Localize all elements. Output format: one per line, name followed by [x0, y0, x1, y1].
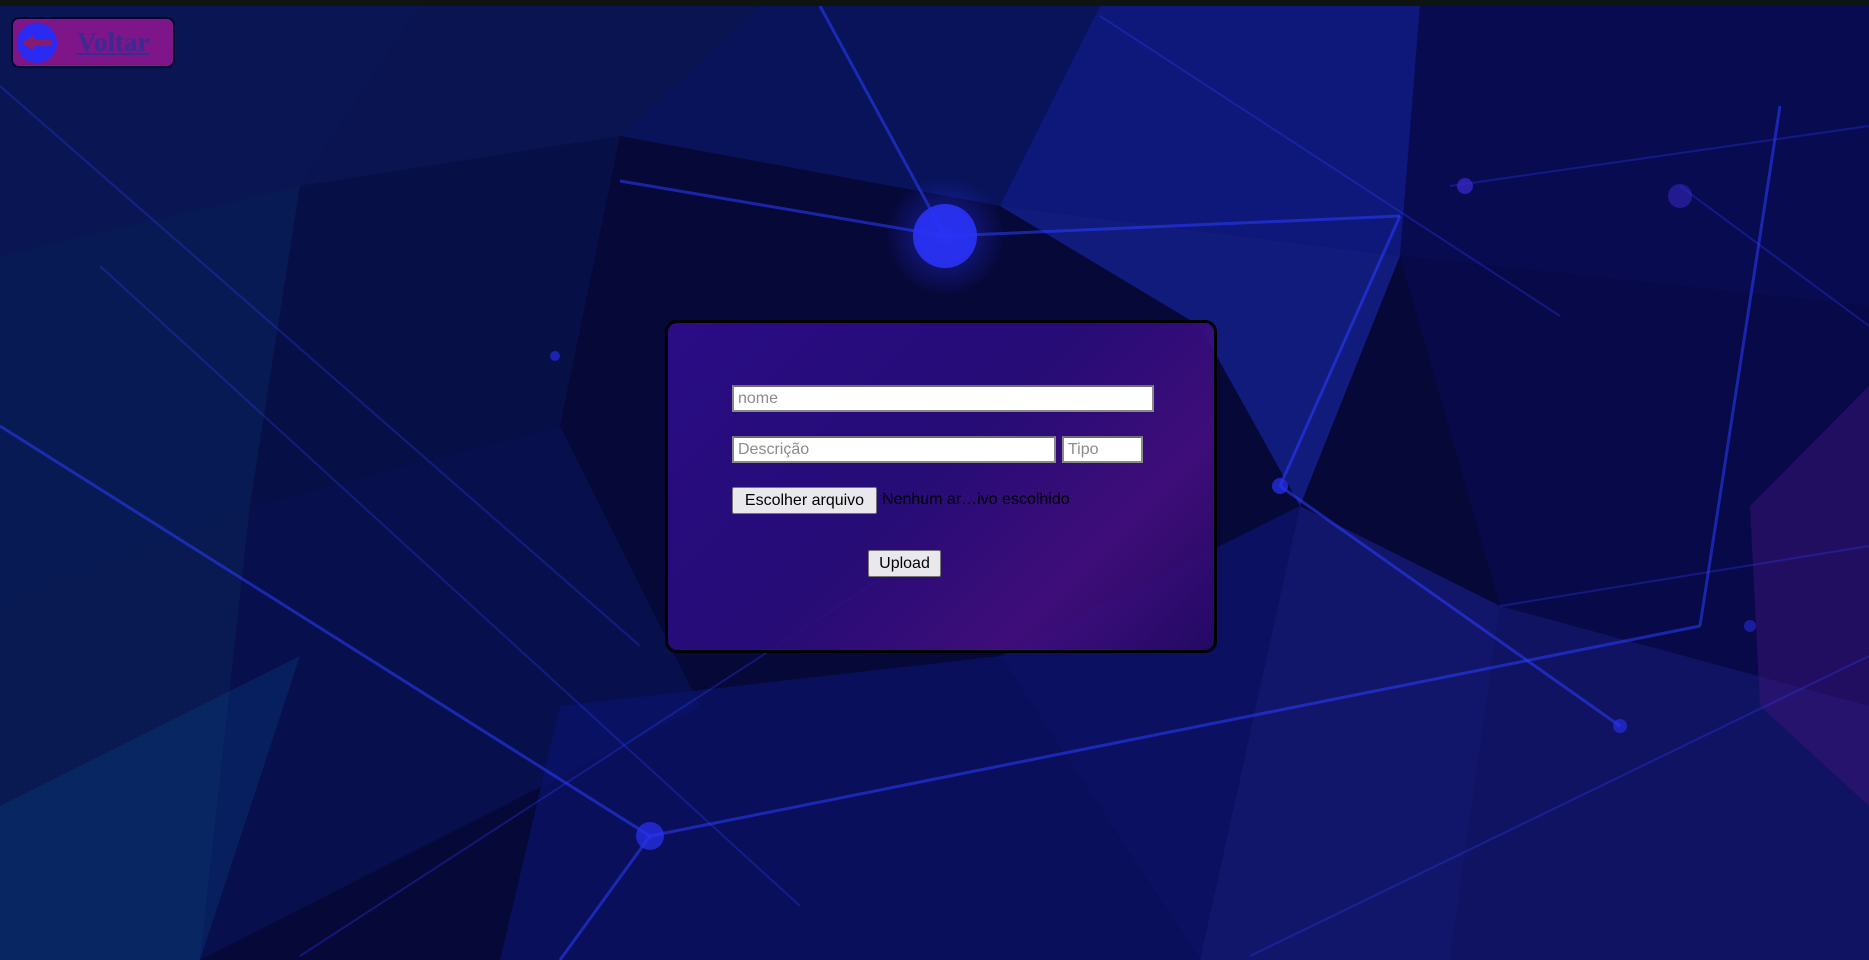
arrow-left-icon [17, 22, 57, 63]
descricao-input[interactable] [732, 436, 1056, 463]
choose-file-button[interactable]: Escolher arquivo [732, 487, 877, 514]
back-label: Voltar [77, 27, 150, 57]
back-button[interactable]: Voltar [11, 17, 175, 68]
upload-button[interactable]: Upload [868, 550, 941, 577]
upload-form: Escolher arquivo Nenhum ar…ivo escolhido… [665, 320, 1217, 653]
nome-input[interactable] [732, 385, 1154, 412]
file-status-text: Nenhum ar…ivo escolhido [882, 491, 1070, 508]
upload-page: Voltar Escolher arquivo Nenhum ar…ivo es… [0, 0, 1869, 960]
tipo-input[interactable] [1062, 436, 1143, 463]
